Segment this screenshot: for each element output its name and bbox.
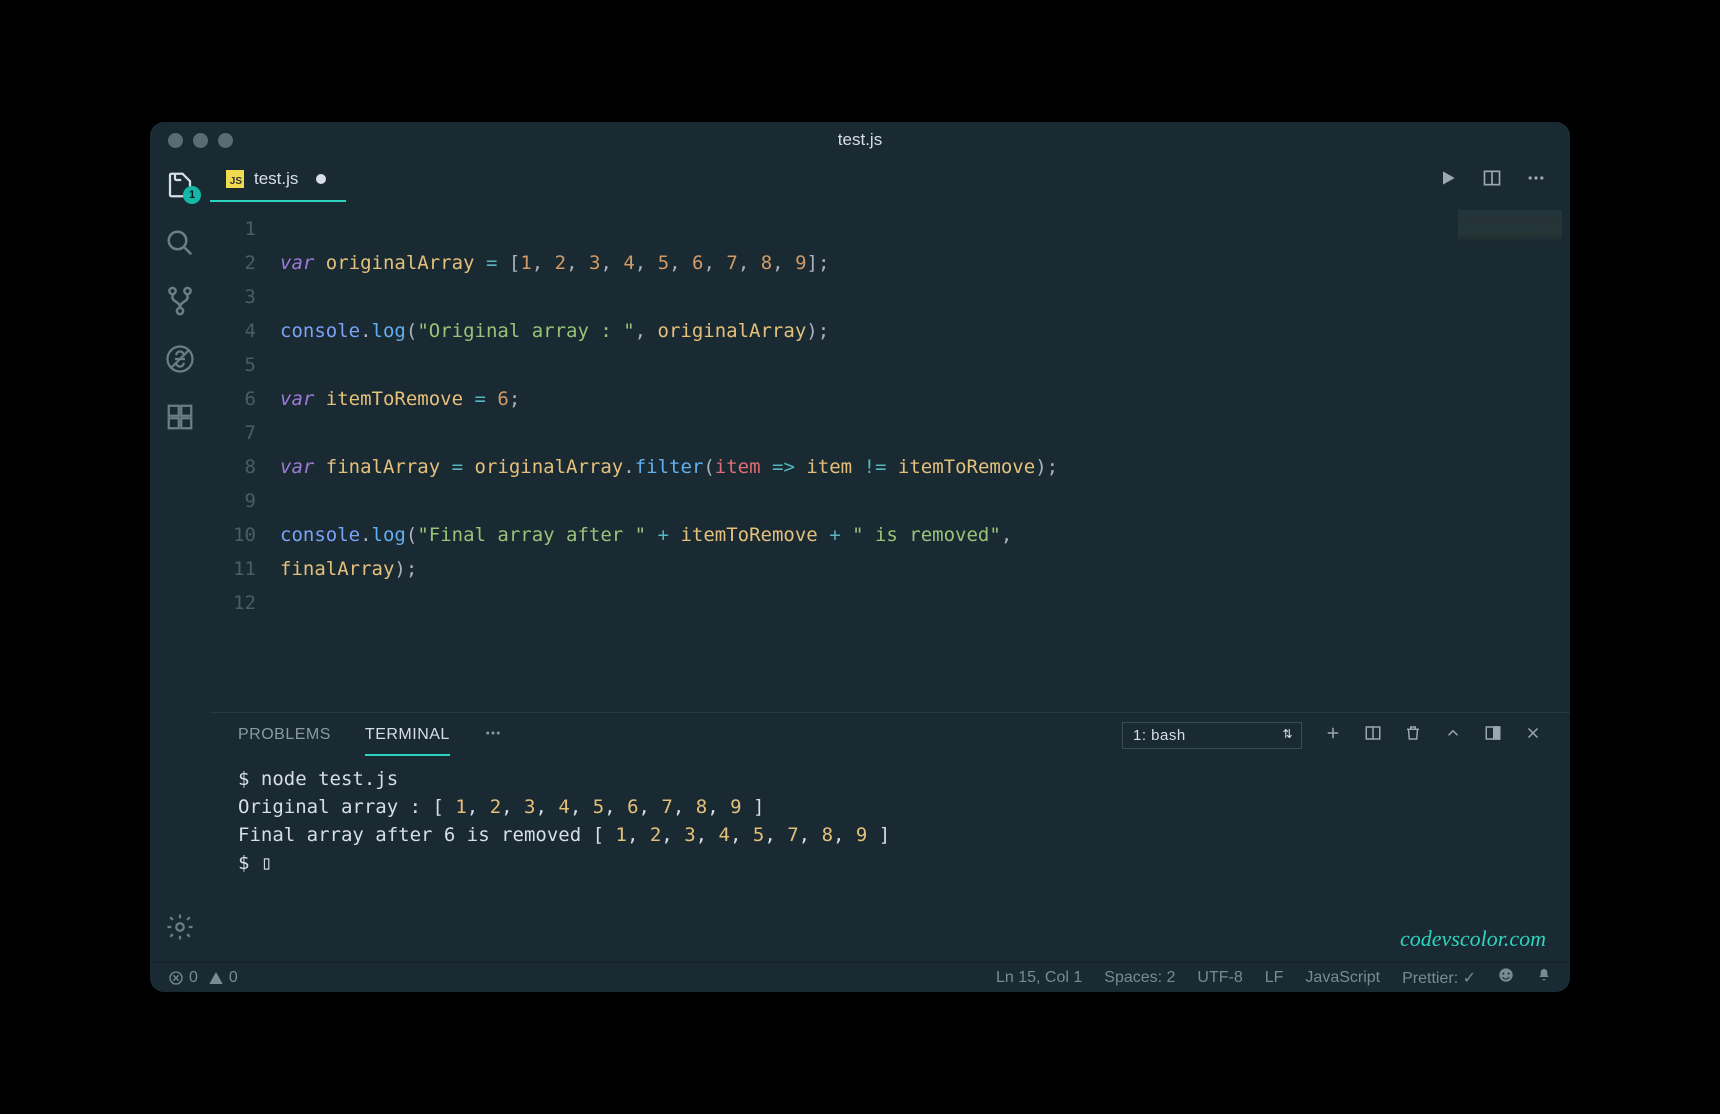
modified-indicator-icon [316, 174, 326, 184]
run-icon[interactable] [1438, 168, 1458, 192]
panel-tab-terminal[interactable]: TERMINAL [365, 726, 450, 756]
explorer-icon[interactable]: 1 [165, 170, 195, 200]
panel-layout-icon[interactable] [1484, 724, 1502, 747]
debug-disabled-icon[interactable] [165, 344, 195, 374]
window-title: test.js [838, 130, 882, 150]
code-editor[interactable]: 123456789101112 var originalArray = [1, … [210, 202, 1570, 712]
status-eol[interactable]: LF [1265, 969, 1284, 987]
minimap[interactable] [1450, 202, 1570, 712]
feedback-icon[interactable] [1498, 967, 1514, 988]
close-panel-icon[interactable] [1524, 724, 1542, 747]
editor-actions [1438, 158, 1570, 202]
activity-bar: 1 [150, 158, 210, 962]
source-control-icon[interactable] [165, 286, 195, 316]
search-icon[interactable] [165, 228, 195, 258]
status-cursor-position[interactable]: Ln 15, Col 1 [996, 969, 1082, 987]
watermark: codevscolor.com [1400, 926, 1546, 952]
terminal-select[interactable]: 1: bash [1122, 722, 1302, 749]
status-formatter[interactable]: Prettier: ✓ [1402, 968, 1476, 988]
panel-tab-problems[interactable]: PROBLEMS [238, 726, 331, 744]
minimize-window-button[interactable] [193, 133, 208, 148]
close-window-button[interactable] [168, 133, 183, 148]
new-terminal-icon[interactable] [1324, 724, 1342, 747]
window-body: 1 JS test.js [150, 158, 1570, 962]
maximize-panel-icon[interactable] [1444, 724, 1462, 747]
status-warnings[interactable]: 0 [208, 969, 238, 987]
js-file-icon: JS [226, 170, 244, 188]
maximize-window-button[interactable] [218, 133, 233, 148]
extensions-icon[interactable] [165, 402, 195, 432]
panel-tabs: PROBLEMS TERMINAL 1: bash [210, 713, 1570, 757]
editor-tabs: JS test.js [210, 158, 1570, 202]
status-language[interactable]: JavaScript [1305, 969, 1380, 987]
bottom-panel: PROBLEMS TERMINAL 1: bash $ node test.js… [210, 712, 1570, 962]
explorer-badge: 1 [183, 186, 201, 204]
status-bar: 0 0 Ln 15, Col 1 Spaces: 2 UTF-8 LF Java… [150, 962, 1570, 992]
main-area: JS test.js 123456789101112 var originalA… [210, 158, 1570, 962]
terminal-output[interactable]: $ node test.jsOriginal array : [ 1, 2, 3… [210, 757, 1570, 962]
split-editor-icon[interactable] [1482, 168, 1502, 192]
window-controls [150, 133, 233, 148]
more-actions-icon[interactable] [1526, 168, 1546, 192]
notifications-bell-icon[interactable] [1536, 967, 1552, 988]
code-content[interactable]: var originalArray = [1, 2, 3, 4, 5, 6, 7… [280, 202, 1450, 712]
status-encoding[interactable]: UTF-8 [1197, 969, 1242, 987]
settings-gear-icon[interactable] [165, 912, 195, 942]
tab-label: test.js [254, 169, 298, 189]
tab-test-js[interactable]: JS test.js [210, 158, 346, 202]
kill-terminal-icon[interactable] [1404, 724, 1422, 747]
titlebar: test.js [150, 122, 1570, 158]
line-gutter: 123456789101112 [210, 202, 280, 712]
split-terminal-icon[interactable] [1364, 724, 1382, 747]
status-indentation[interactable]: Spaces: 2 [1104, 969, 1175, 987]
status-errors[interactable]: 0 [168, 969, 198, 987]
panel-more-icon[interactable] [484, 724, 502, 747]
editor-window: test.js 1 [150, 122, 1570, 992]
